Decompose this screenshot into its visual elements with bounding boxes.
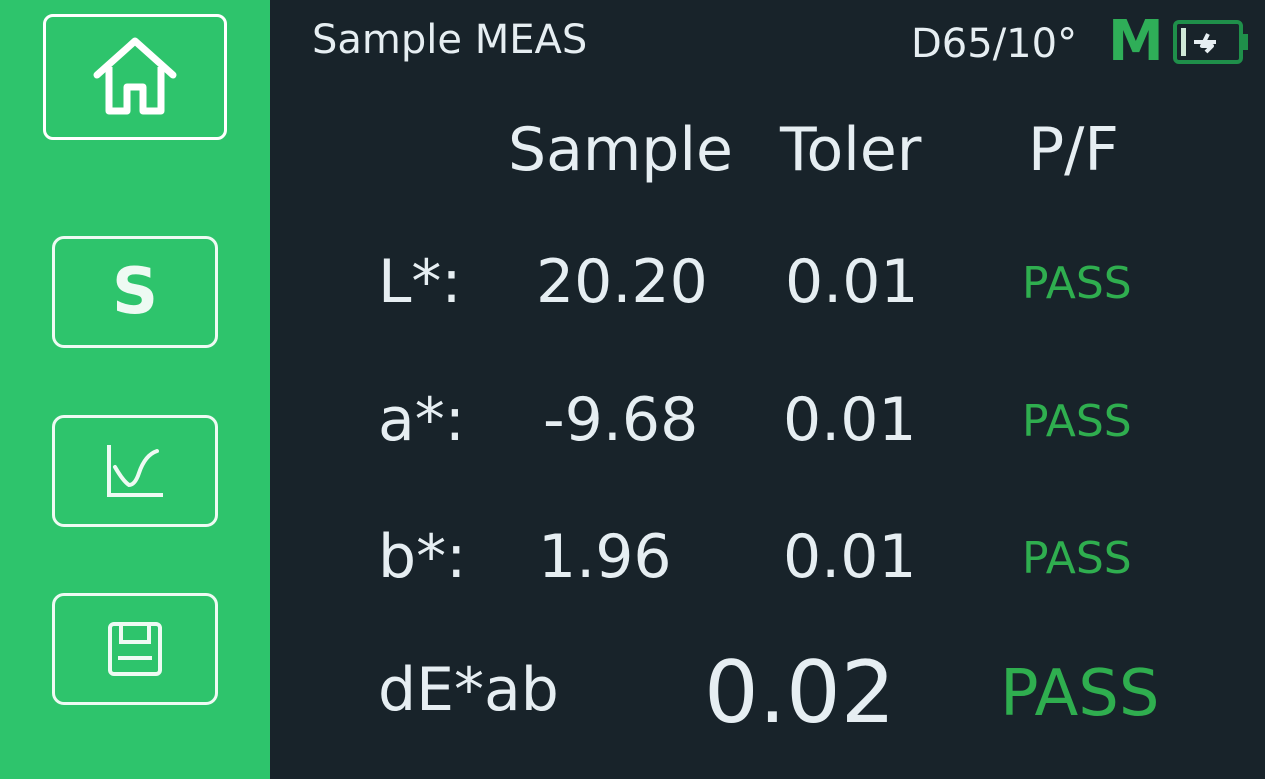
value-l-sample: 20.20: [536, 247, 708, 317]
mode-indicator: M: [1108, 9, 1164, 74]
sample-mode-button[interactable]: S: [52, 236, 218, 348]
status-a-pf: PASS: [1022, 396, 1132, 447]
graph-button[interactable]: [52, 415, 218, 527]
column-header-pf: P/F: [1028, 115, 1119, 185]
value-b-toler: 0.01: [783, 522, 917, 592]
home-icon: [93, 37, 177, 115]
row-label-l: L*:: [378, 247, 462, 317]
column-header-toler: Toler: [780, 115, 922, 185]
delta-e-value: 0.02: [704, 643, 896, 743]
save-disk-icon: [108, 622, 162, 676]
battery-charging-icon: [1173, 20, 1248, 64]
delta-e-pf: PASS: [1000, 657, 1160, 731]
status-l-pf: PASS: [1022, 258, 1132, 309]
value-a-toler: 0.01: [783, 385, 917, 455]
value-b-sample: 1.96: [538, 522, 672, 592]
column-header-sample: Sample: [508, 115, 733, 185]
value-l-toler: 0.01: [785, 247, 919, 317]
curve-graph-icon: [107, 445, 163, 497]
s-letter-icon: S: [111, 255, 159, 329]
row-label-a: a*:: [378, 385, 465, 455]
row-label-b: b*:: [378, 522, 467, 592]
sidebar: S: [0, 0, 270, 779]
save-button[interactable]: [52, 593, 218, 705]
delta-e-label: dE*ab: [378, 655, 559, 725]
illuminant-observer: D65/10°: [911, 21, 1078, 67]
page-title: Sample MEAS: [312, 17, 588, 63]
value-a-sample: -9.68: [543, 385, 699, 455]
main-panel: Sample MEAS D65/10° M Sample Toler P/F L…: [270, 0, 1265, 779]
home-button[interactable]: [43, 14, 227, 140]
status-b-pf: PASS: [1022, 533, 1132, 584]
